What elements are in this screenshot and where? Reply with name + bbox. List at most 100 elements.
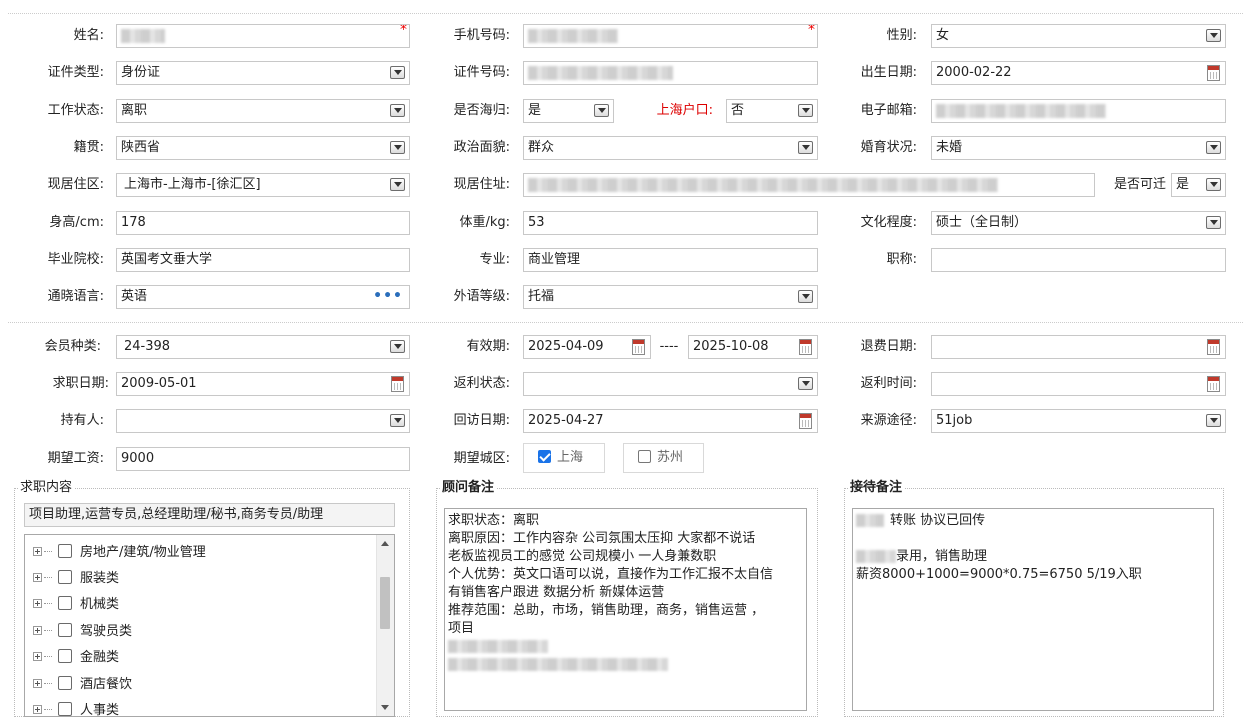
tree-item[interactable]: 人事类 <box>33 701 119 716</box>
refund-date-input[interactable] <box>931 335 1226 359</box>
name-input[interactable]: * <box>116 24 410 48</box>
education-label: 文化程度: <box>860 215 917 230</box>
checkbox-unchecked-icon[interactable] <box>58 676 72 690</box>
expand-icon[interactable] <box>33 705 42 714</box>
id-type-value: 身份证 <box>121 65 161 80</box>
checkbox-unchecked-icon[interactable] <box>58 596 72 610</box>
expected-salary-input[interactable]: 9000 <box>116 447 410 471</box>
relocate-select[interactable]: 是 <box>1171 173 1226 197</box>
expand-icon[interactable] <box>33 626 42 635</box>
tree-item[interactable]: 机械类 <box>33 595 119 615</box>
tree-item[interactable]: 驾驶员类 <box>33 622 132 642</box>
birth-date-input[interactable]: 2000-02-22 <box>931 61 1226 85</box>
calendar-icon[interactable] <box>1207 65 1220 81</box>
overseas-select[interactable]: 是 <box>523 99 614 123</box>
checkbox-unchecked-icon[interactable] <box>58 702 72 716</box>
revisit-date-value: 2025-04-27 <box>528 413 604 428</box>
valid-to-value: 2025-10-08 <box>693 339 769 354</box>
scroll-thumb[interactable] <box>380 577 390 629</box>
revisit-date-input[interactable]: 2025-04-27 <box>523 409 818 433</box>
valid-from-input[interactable]: 2025-04-09 <box>523 335 651 359</box>
expand-icon[interactable] <box>33 573 42 582</box>
tree-item[interactable]: 酒店餐饮 <box>33 675 132 695</box>
chevron-down-icon[interactable] <box>594 104 609 117</box>
marital-select[interactable]: 未婚 <box>931 136 1226 160</box>
expected-salary-value: 9000 <box>121 451 155 466</box>
scroll-down-icon[interactable] <box>381 705 389 710</box>
native-place-value: 陕西省 <box>121 140 161 155</box>
gender-select[interactable]: 女 <box>931 24 1226 48</box>
job-summary-field[interactable]: 项目助理,运营专员,总经理助理/秘书,商务专员/助理 <box>24 503 395 527</box>
note-text: 录用，销售助理 <box>896 549 988 564</box>
major-input[interactable]: 商业管理 <box>523 248 818 272</box>
id-type-select[interactable]: 身份证 <box>116 61 410 85</box>
id-number-input[interactable] <box>523 61 818 85</box>
rebate-status-select[interactable] <box>523 372 818 396</box>
job-category-tree[interactable]: 房地产/建筑/物业管理 服装类 机械类 驾驶员类 金融类 酒店餐饮 人事类 <box>24 534 395 717</box>
consultant-notes-textarea[interactable]: 求职状态：离职 离职原因：工作内容杂 公司氛围太压抑 大家都不说话 老板监视员工… <box>444 508 807 711</box>
checkbox-unchecked-icon[interactable] <box>58 544 72 558</box>
height-input[interactable]: 178 <box>116 211 410 235</box>
overseas-label: 是否海归: <box>453 103 510 118</box>
work-status-select[interactable]: 离职 <box>116 99 410 123</box>
native-place-select[interactable]: 陕西省 <box>116 136 410 160</box>
member-type-select[interactable]: 24-398 <box>116 335 410 359</box>
education-select[interactable]: 硕士（全日制） <box>931 211 1226 235</box>
checkbox-unchecked-icon[interactable] <box>58 570 72 584</box>
reception-notes-title: 接待备注 <box>848 479 905 497</box>
chevron-down-icon[interactable] <box>1206 29 1221 42</box>
valid-to-input[interactable]: 2025-10-08 <box>688 335 818 359</box>
school-input[interactable]: 英国考文垂大学 <box>116 248 410 272</box>
reception-notes-textarea[interactable]: 转账 协议已回传 录用，销售助理 薪资8000+1000=9000*0.75=6… <box>852 508 1214 711</box>
political-select[interactable]: 群众 <box>523 136 818 160</box>
phone-input[interactable]: * <box>523 24 818 48</box>
expand-icon[interactable] <box>33 679 42 688</box>
calendar-icon[interactable] <box>632 339 645 355</box>
language-label: 通晓语言: <box>47 289 104 304</box>
note-line: 老板监视员工的感觉 公司规模小 一人身兼数职 <box>448 549 717 564</box>
rebate-time-label: 返利时间: <box>860 376 917 391</box>
chevron-down-icon[interactable] <box>1206 178 1221 191</box>
gender-value: 女 <box>936 28 950 43</box>
chevron-down-icon[interactable] <box>1206 414 1221 427</box>
marital-label: 婚育状况: <box>860 140 917 155</box>
language-input[interactable]: 英语 ••• <box>116 285 410 309</box>
holder-select[interactable] <box>116 409 410 433</box>
expand-icon[interactable] <box>33 599 42 608</box>
expand-icon[interactable] <box>33 652 42 661</box>
calendar-icon[interactable] <box>1207 376 1220 392</box>
expand-icon[interactable] <box>33 547 42 556</box>
chevron-down-icon[interactable] <box>1206 216 1221 229</box>
language-value: 英语 <box>121 289 148 304</box>
residence-area-select[interactable]: 上海市-上海市-[徐汇区] <box>116 173 410 197</box>
expected-city-label: 期望城区: <box>453 451 510 466</box>
address-input[interactable] <box>523 173 1095 197</box>
holder-label: 持有人: <box>60 413 104 428</box>
residence-area-value: 上海市-上海市-[徐汇区] <box>124 177 261 192</box>
tree-scrollbar[interactable] <box>376 535 394 716</box>
more-icon[interactable]: ••• <box>373 286 403 307</box>
tree-item[interactable]: 金融类 <box>33 648 119 668</box>
city-option-suzhou[interactable]: 苏州 <box>623 443 704 473</box>
hukou-select[interactable]: 否 <box>726 99 818 123</box>
weight-input[interactable]: 53 <box>523 211 818 235</box>
chevron-down-icon[interactable] <box>1206 141 1221 154</box>
note-line: 薪资8000+1000=9000*0.75=6750 5/19入职 <box>856 567 1142 582</box>
checkbox-unchecked-icon[interactable] <box>58 649 72 663</box>
tree-item[interactable]: 服装类 <box>33 569 119 589</box>
checkbox-checked-icon[interactable] <box>538 450 551 463</box>
rebate-time-input[interactable] <box>931 372 1226 396</box>
checkbox-unchecked-icon[interactable] <box>58 623 72 637</box>
tree-item[interactable]: 房地产/建筑/物业管理 <box>33 543 206 563</box>
source-select[interactable]: 51job <box>931 409 1226 433</box>
language-level-select[interactable]: 托福 <box>523 285 818 309</box>
scroll-up-icon[interactable] <box>381 541 389 546</box>
job-date-input[interactable]: 2009-05-01 <box>116 372 410 396</box>
job-title-input[interactable] <box>931 248 1226 272</box>
chevron-down-icon[interactable] <box>798 290 813 303</box>
calendar-icon[interactable] <box>1207 339 1220 355</box>
checkbox-unchecked-icon[interactable] <box>638 450 651 463</box>
city-option-shanghai[interactable]: 上海 <box>523 443 605 473</box>
email-input[interactable] <box>931 99 1226 123</box>
email-label: 电子邮箱: <box>860 103 917 118</box>
